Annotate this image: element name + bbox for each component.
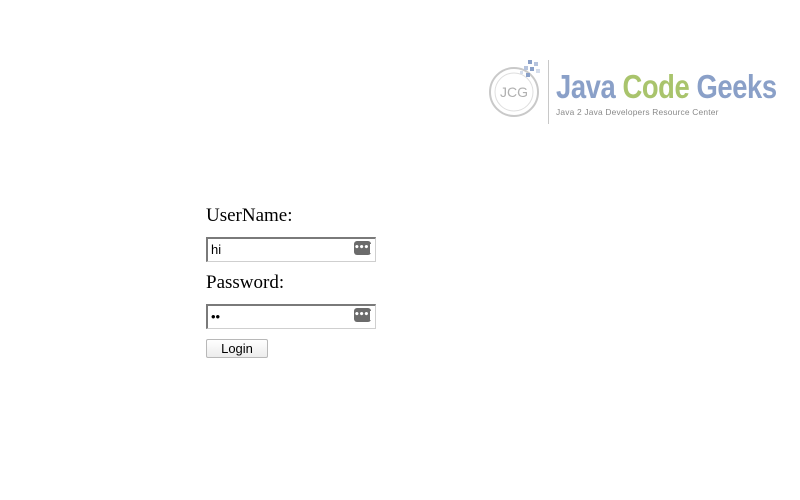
logo-word-code: Code: [622, 68, 690, 105]
username-label: UserName:: [206, 205, 293, 226]
logo-title: Java Code Geeks: [556, 70, 777, 103]
logo-word-java: Java: [556, 68, 616, 105]
username-field-wrapper: •••: [206, 237, 376, 262]
password-key-icon[interactable]: •••: [354, 241, 371, 255]
logo-divider: [548, 60, 549, 124]
password-input[interactable]: [208, 306, 351, 328]
password-label: Password:: [206, 272, 285, 293]
login-button[interactable]: Login: [206, 339, 268, 358]
jcg-emblem-icon: JCG: [489, 60, 540, 117]
logo-word-geeks: Geeks: [696, 68, 777, 105]
password-field-wrapper: •••: [206, 304, 376, 329]
logo-tagline: Java 2 Java Developers Resource Center: [556, 107, 719, 117]
emblem-text: JCG: [500, 84, 528, 100]
username-input[interactable]: [208, 239, 351, 261]
java-code-geeks-logo: JCG Java Code Geeks Java 2 Java Develope…: [484, 56, 777, 128]
login-form: UserName: ••• Password: ••• Login: [206, 205, 406, 358]
password-key-icon[interactable]: •••: [354, 308, 371, 322]
